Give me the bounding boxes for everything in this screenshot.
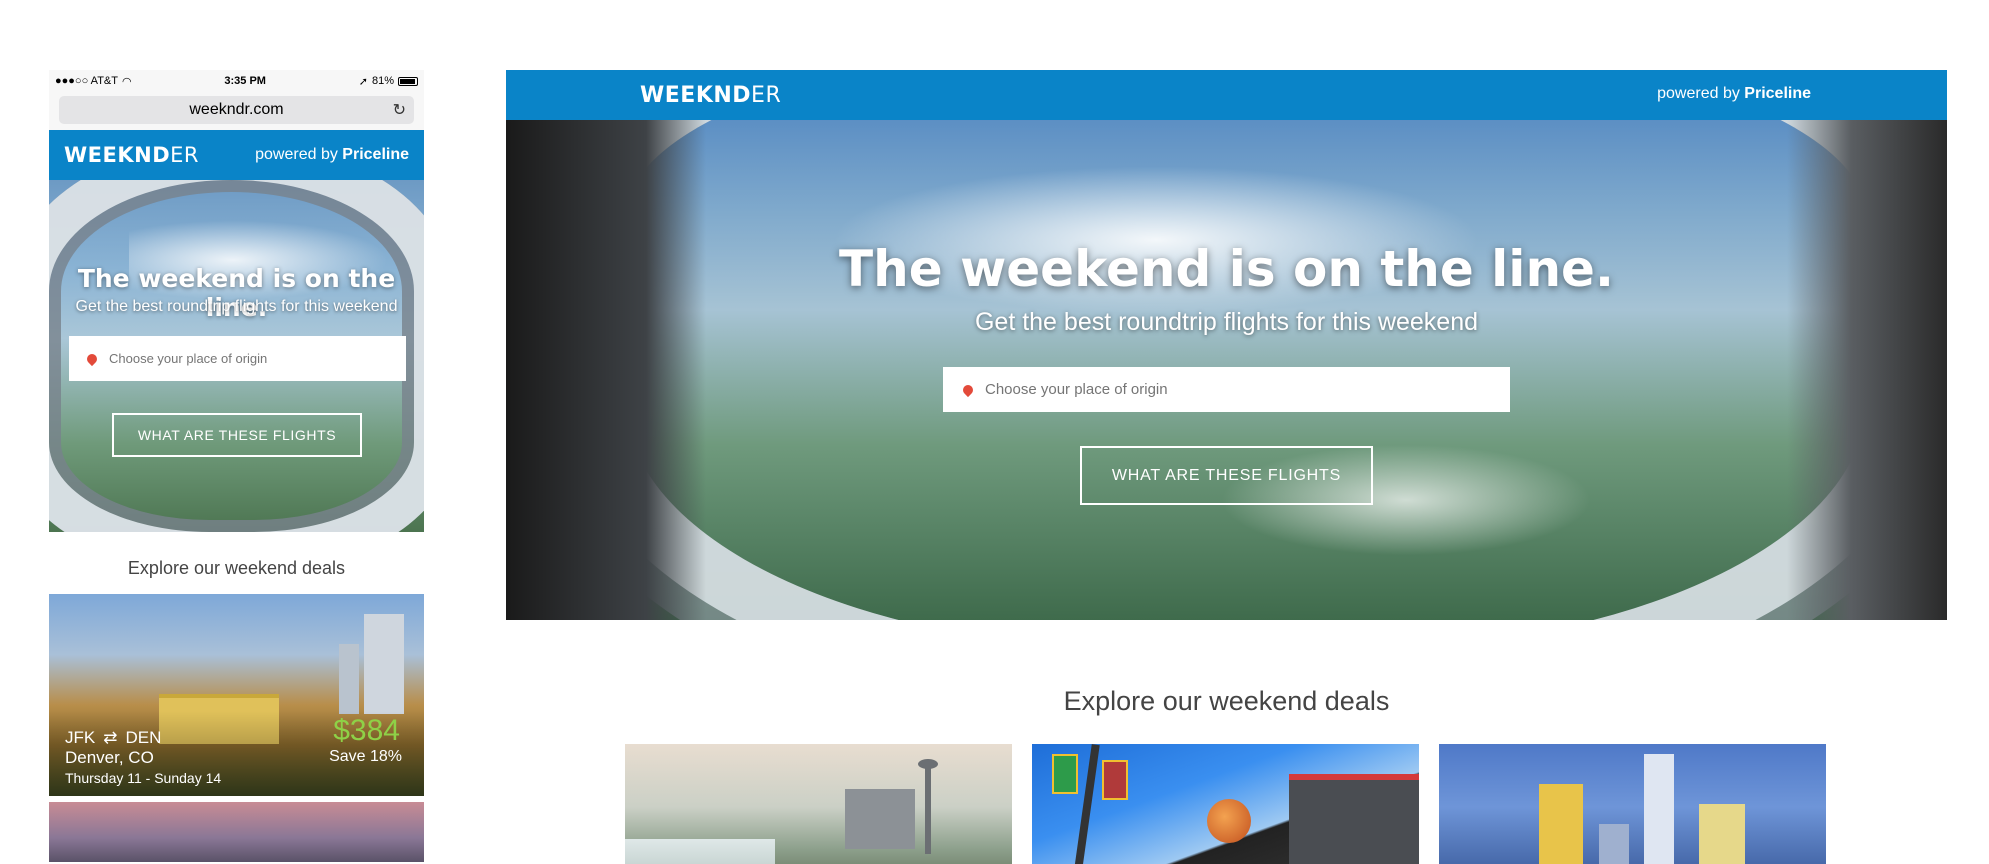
destination-code: DEN [125,728,162,747]
battery-percent: 81% [371,75,394,87]
ios-status-bar: ●●●○○ AT&T ◠ 3:35 PM ➚ 81% [49,70,424,92]
status-time: 3:35 PM [224,75,266,87]
weeknder-logo[interactable]: WEEKNDER [640,83,781,108]
deal-cards-row [625,744,1826,864]
deal-card-next[interactable] [49,802,424,862]
map-pin-icon [84,351,100,366]
origin-code: JFK [65,728,96,747]
hero-subtitle: Get the best roundtrip flights for this … [974,308,1479,336]
powered-by-priceline: powered by Priceline [1657,85,1811,102]
what-are-these-flights-button[interactable]: WHAT ARE THESE FLIGHTS [1080,446,1373,505]
desktop-screenshot: WEEKNDER powered by Priceline The weeken… [506,70,1947,864]
origin-input[interactable] [109,351,388,366]
reload-icon[interactable]: ↻ [393,100,406,120]
carrier-label: ●●●○○ AT&T [55,75,118,87]
url-text: weekndr.com [189,101,284,118]
powered-by-priceline: powered by Priceline [255,146,409,163]
hero-section: The weekend is on the line. Get the best… [506,120,1947,620]
roundtrip-arrows-icon: ⇄ [103,728,118,747]
origin-search-field[interactable] [943,367,1510,412]
deal-route: JFK ⇄ DEN [65,728,161,748]
what-are-these-flights-button[interactable]: WHAT ARE THESE FLIGHTS [112,413,362,457]
battery-icon [398,76,418,86]
deal-card-indianapolis[interactable] [1439,744,1826,864]
explore-heading: Explore our weekend deals [1063,686,1390,716]
deal-city: Denver, CO [65,748,154,767]
wifi-icon: ◠ [121,75,132,88]
deal-card-las-vegas[interactable] [1032,744,1419,864]
deal-card-niagara-falls[interactable] [625,744,1012,864]
address-bar[interactable]: weekndr.com ↻ [59,96,414,124]
hero-title: The weekend is on the line. [839,240,1614,298]
weeknder-logo[interactable]: WEEKNDER [64,143,199,167]
site-header: WEEKNDER powered by Priceline [49,130,424,180]
deal-dates: Thursday 11 - Sunday 14 [65,770,222,786]
hero-subtitle: Get the best roundtrip flights for this … [75,298,398,315]
location-icon: ➚ [358,75,368,88]
explore-heading: Explore our weekend deals [127,558,346,578]
deal-price: $384 [333,714,400,747]
site-header: WEEKNDER powered by Priceline [506,70,1947,120]
deal-image [364,614,404,714]
mobile-screenshot: ●●●○○ AT&T ◠ 3:35 PM ➚ 81% weekndr.com ↻… [49,70,424,864]
map-pin-icon [960,382,976,397]
origin-search-field[interactable] [69,336,406,381]
hero-section: The weekend is on the line. Get the best… [49,180,424,532]
deal-card-denver[interactable]: JFK ⇄ DEN Denver, CO Thursday 11 - Sunda… [49,594,424,796]
deal-savings: Save 18% [329,748,402,765]
origin-input[interactable] [985,381,1490,398]
